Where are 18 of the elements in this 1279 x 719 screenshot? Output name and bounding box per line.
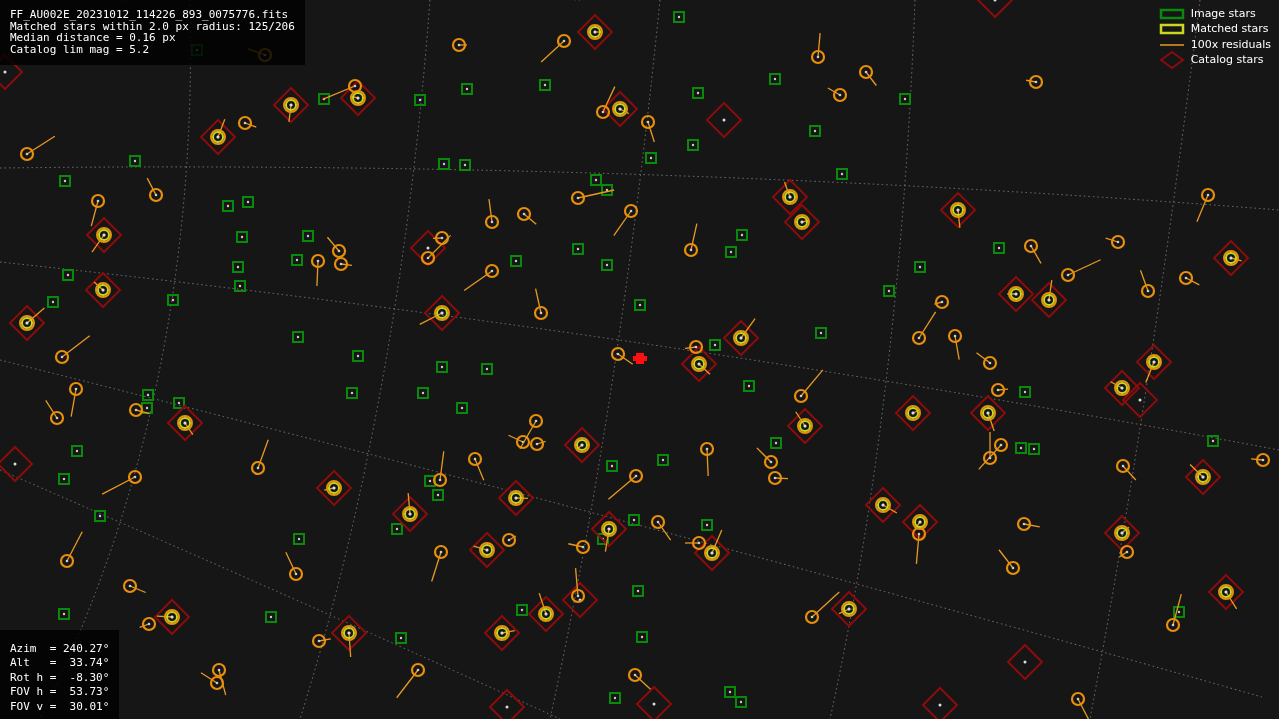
pointing-info-line: Rot h = -8.30° <box>10 670 110 686</box>
legend-label: Catalog stars <box>1190 52 1264 68</box>
matched-star-swatch-icon <box>1159 24 1184 35</box>
pointing-info-line: FOV h = 53.73° <box>10 685 110 700</box>
legend-label: Image stars <box>1190 5 1256 22</box>
center-cross-icon <box>633 353 647 364</box>
catalog-star-diamond-icon <box>1158 51 1185 70</box>
residual-line-icon <box>1158 44 1185 46</box>
legend-label: 100x residuals <box>1190 36 1271 53</box>
fit-info-line: Catalog lim mag = 5.2 <box>10 43 151 55</box>
pointing-info-line: FOV v = 30.01° <box>10 699 110 715</box>
legend-label: Matched stars <box>1190 21 1269 37</box>
fit-info-line: FF_AU002E_20231012_114226_893_0075776.fits <box>10 9 290 21</box>
fit-info-line: Median distance = 0.16 px <box>10 32 176 44</box>
pointing-info-line: Alt = 33.74° <box>10 656 110 671</box>
pointing-info-line: Azim = 240.27° <box>10 642 110 657</box>
fit-info-line: Matched stars within 2.0 px radius: 125/206 <box>10 20 295 32</box>
image-star-swatch-icon <box>1159 8 1184 19</box>
